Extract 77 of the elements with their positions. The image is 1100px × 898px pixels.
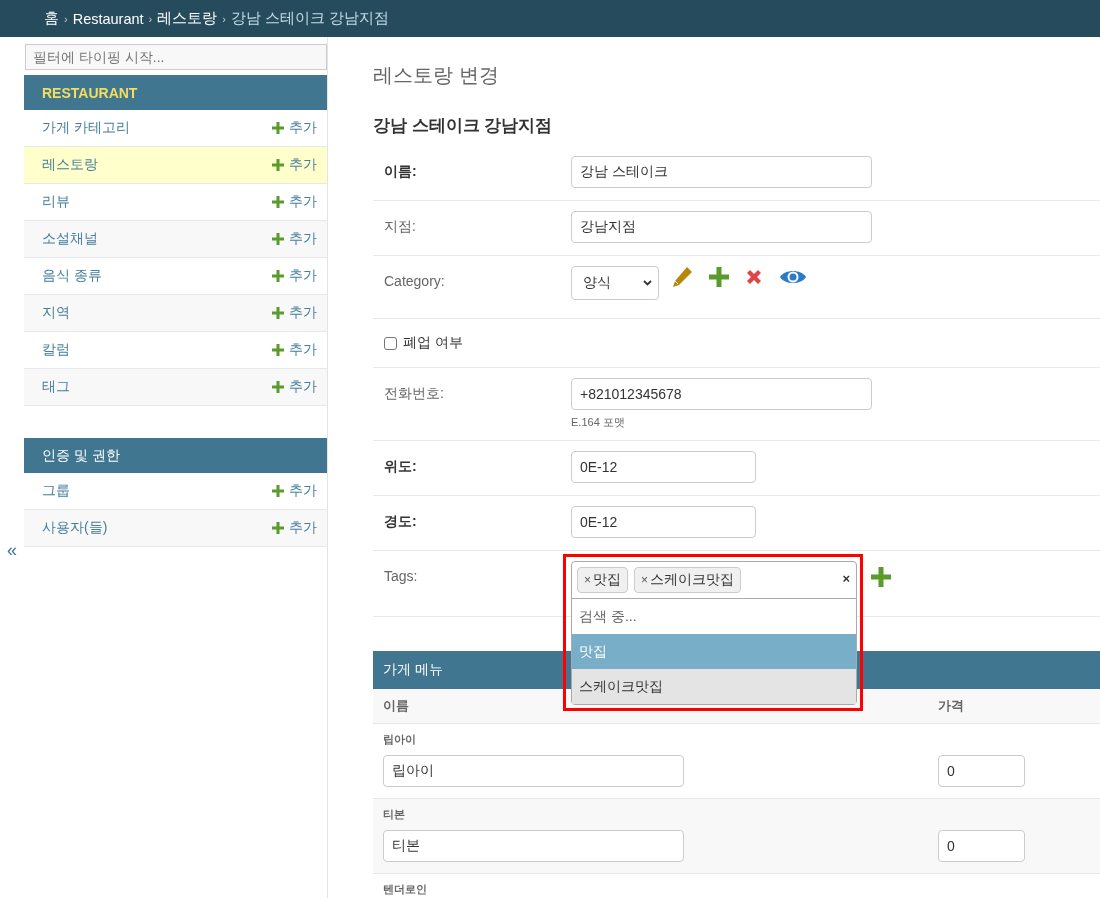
help-text: E.164 포맷 (571, 415, 626, 430)
page-title: 레스토랑 변경 (373, 63, 500, 88)
category-select[interactable]: 양식 (571, 266, 659, 300)
collapse-sidebar-button[interactable]: « (7, 540, 17, 898)
plus-icon (272, 122, 284, 134)
sidebar-item[interactable]: 사용자(들) 추가 (24, 510, 327, 547)
remove-tag-button[interactable]: × (641, 573, 649, 587)
plus-icon (272, 307, 284, 319)
name-field[interactable]: 티본 (383, 830, 684, 862)
dropdown-option[interactable]: 맛집 (572, 634, 856, 669)
add-link[interactable]: 추가 (272, 378, 317, 396)
breadcrumb-separator: › (222, 12, 226, 25)
row-label: 티본 (383, 807, 406, 822)
price-field[interactable]: 0 (938, 755, 1025, 787)
add-link[interactable]: 추가 (272, 156, 317, 174)
add-link[interactable]: 추가 (272, 341, 317, 359)
breadcrumb-current: 강남 스테이크 강남지점 (230, 9, 389, 28)
plus-icon (709, 267, 729, 287)
breadcrumb-separator: › (64, 12, 68, 25)
sidebar-item[interactable]: 지역 추가 (24, 295, 327, 332)
sidebar-item[interactable]: 태그 추가 (24, 369, 327, 406)
add-link[interactable]: 추가 (272, 230, 317, 248)
plus-icon (272, 522, 284, 534)
add-link[interactable]: 추가 (272, 519, 317, 537)
tag-label: 스케이크맛집 (650, 571, 735, 589)
chevron-icon (643, 280, 652, 286)
field-label: 위도: (384, 457, 418, 476)
object-title: 강남 스테이크 강남지점 (373, 115, 554, 136)
breadcrumb-link[interactable]: Restaurant (72, 10, 144, 27)
add-link[interactable]: 추가 (272, 119, 317, 137)
sidebar-item[interactable]: 레스토랑 추가 (24, 147, 327, 184)
plus-icon (272, 381, 284, 393)
checkbox-label: 폐업 여부 (403, 334, 463, 352)
clear-button[interactable]: × (842, 571, 850, 586)
plus-icon (272, 344, 284, 356)
column-header: 가격 (938, 697, 964, 715)
tags-field[interactable]: ×맛집 ×스케이크맛집 × (571, 561, 857, 599)
price-field[interactable]: 0 (938, 830, 1025, 862)
add-link[interactable]: 추가 (272, 304, 317, 322)
remove-tag-button[interactable]: × (584, 573, 591, 587)
field-label: 경도: (384, 512, 418, 531)
add-link[interactable]: 추가 (272, 193, 317, 211)
text-field[interactable]: 강남 스테이크 (571, 156, 872, 188)
section-header[interactable]: 인증 및 권한 (24, 438, 327, 473)
text-field[interactable]: 0E-12 (571, 506, 756, 538)
eye-icon[interactable] (779, 268, 807, 286)
field-label: Tags: (384, 567, 419, 584)
filter-field[interactable]: 필터에 타이핑 시작... (25, 44, 327, 70)
tag-label: 맛집 (593, 571, 621, 589)
section-header[interactable]: RESTAURANT (24, 75, 327, 110)
column-header: 이름 (383, 697, 410, 715)
plus-icon (272, 270, 284, 282)
text-field[interactable]: +821012345678 (571, 378, 872, 410)
add-link[interactable]: 추가 (272, 482, 317, 500)
plus-icon (272, 233, 284, 245)
plus-icon (272, 196, 284, 208)
pencil-icon[interactable] (671, 266, 693, 288)
field-label: 지점: (384, 217, 417, 236)
breadcrumb-link[interactable]: 레스토랑 (157, 9, 218, 28)
row-label: 텐더로인 (383, 882, 428, 897)
dropdown-option[interactable]: 스케이크맛집 (572, 669, 856, 704)
add-link[interactable]: 추가 (272, 267, 317, 285)
breadcrumb-link[interactable]: 홈 (44, 9, 59, 28)
field-label: 이름: (384, 162, 418, 181)
row-label: 립아이 (383, 732, 417, 747)
delete-icon[interactable] (745, 268, 763, 286)
checkbox[interactable] (384, 336, 397, 350)
plus-icon (272, 485, 284, 497)
plus-icon (871, 567, 891, 587)
text-field[interactable]: 0E-12 (571, 451, 756, 483)
field-label: 전화번호: (384, 384, 445, 403)
name-field[interactable]: 립아이 (383, 755, 684, 787)
field-label: Category: (384, 272, 446, 289)
text-field[interactable]: 강남지점 (571, 211, 872, 243)
sidebar-item[interactable]: 소설채널 추가 (24, 221, 327, 258)
breadcrumb-separator: › (148, 12, 153, 25)
plus-icon (272, 159, 284, 171)
